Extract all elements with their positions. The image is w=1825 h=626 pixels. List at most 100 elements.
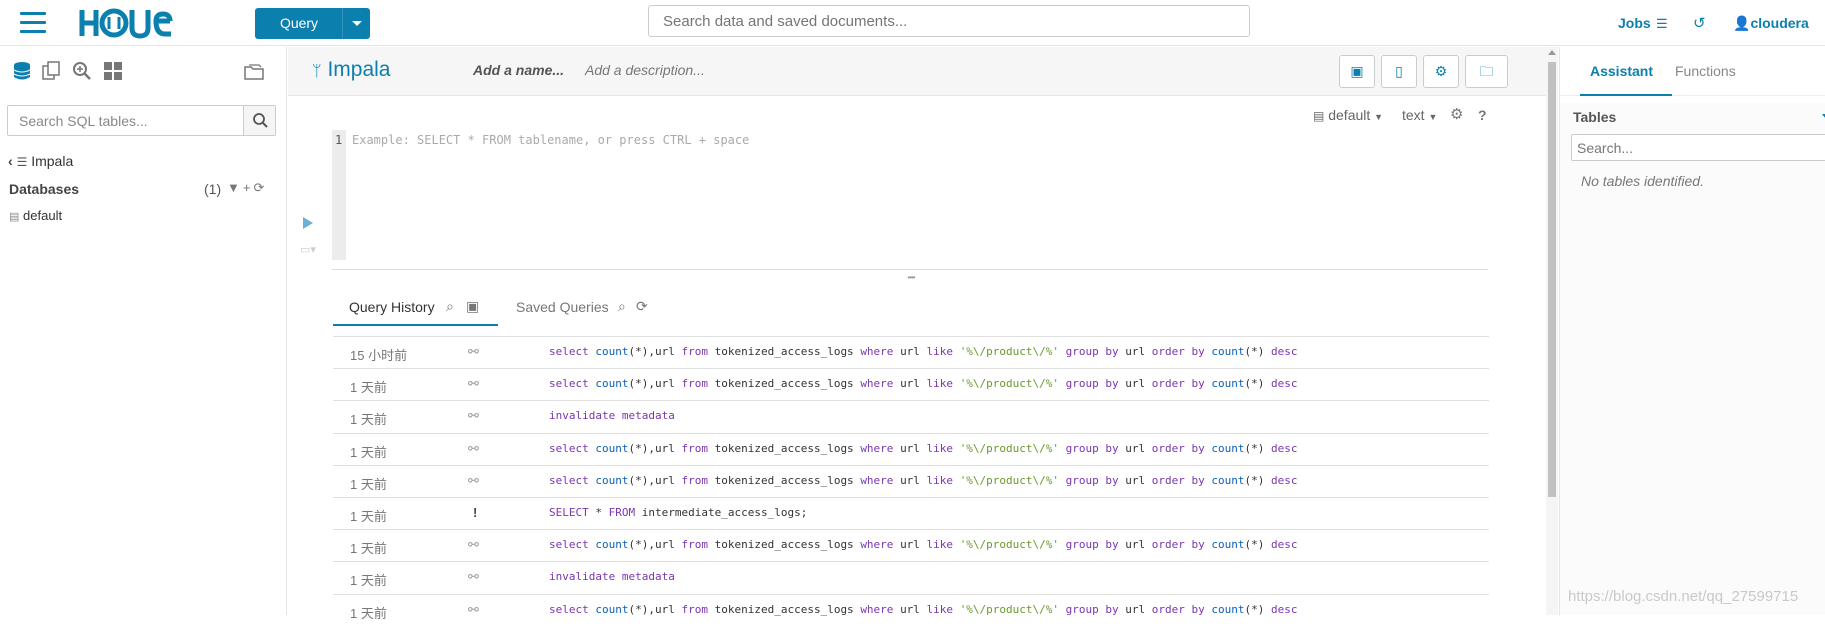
sql-token: select xyxy=(549,377,589,391)
hamburger-menu-icon[interactable] xyxy=(20,12,46,34)
sql-token: invalidate xyxy=(549,409,616,423)
open-folder-button[interactable]: 🗀 xyxy=(1465,55,1508,88)
database-icon[interactable] xyxy=(11,60,33,82)
snippet-type-icon[interactable]: ▭▾ xyxy=(300,243,316,256)
sql-token: url xyxy=(1125,345,1146,358)
folder-open-icon[interactable] xyxy=(243,60,265,82)
sql-token: (*),url xyxy=(628,345,675,358)
tab-query-history[interactable]: Query History xyxy=(349,299,435,315)
search-button[interactable] xyxy=(243,106,275,135)
link-status-icon: ⚯ xyxy=(468,472,479,488)
sql-token: tokenized_access_logs xyxy=(714,602,854,616)
scroll-up-arrow-icon[interactable] xyxy=(1548,50,1556,55)
editor-settings-gear-icon[interactable]: ⚙ xyxy=(1450,105,1463,123)
grid-apps-icon[interactable] xyxy=(102,60,124,82)
source-breadcrumb[interactable]: ‹ ☰ Impala xyxy=(8,153,73,169)
engine-title[interactable]: ᛘ Impala xyxy=(312,58,390,82)
history-row[interactable]: 1 天前 ⚯ select count(*),url from tokenized_… xyxy=(333,593,1489,626)
sql-token: like xyxy=(926,538,954,552)
filter-icon[interactable]: ▼ xyxy=(227,180,243,195)
sql-token: SELECT xyxy=(549,506,589,519)
link-status-icon: ⚯ xyxy=(468,376,479,392)
jobs-link[interactable]: Jobs xyxy=(1618,15,1651,31)
run-play-icon[interactable] xyxy=(303,217,313,229)
calendar-clear-icon[interactable]: ▣ xyxy=(466,298,479,315)
refresh-icon[interactable]: ⟳ xyxy=(253,180,267,195)
history-sql[interactable]: select count(*),url from tokenized_acces… xyxy=(549,377,1298,390)
history-sql[interactable]: SELECT * FROM intermediate_access_logs; xyxy=(549,506,807,519)
history-row[interactable]: 1 天前 ⚯ invalidate metadata xyxy=(333,400,1489,432)
tables-search-placeholder: Search... xyxy=(1577,140,1634,156)
history-row[interactable]: 1 天前 ⚯ invalidate metadata xyxy=(333,561,1489,593)
sql-token: (*) xyxy=(1244,345,1265,358)
history-sql[interactable]: select count(*),url from tokenized_acces… xyxy=(549,474,1298,487)
sql-token: url xyxy=(900,473,920,487)
user-name: cloudera xyxy=(1750,15,1809,31)
saved-search-icon[interactable]: ⌕ xyxy=(618,298,626,315)
tables-heading: Tables xyxy=(1573,109,1617,125)
format-selector[interactable]: text ▼ xyxy=(1402,107,1437,123)
history-row[interactable]: 1 天前! SELECT * FROM intermediate_access_l… xyxy=(333,497,1489,529)
save-button[interactable]: ▣ xyxy=(1339,55,1375,88)
history-time: 1 天前 xyxy=(350,573,387,589)
tab-functions[interactable]: Functions xyxy=(1675,63,1736,79)
tables-search-input[interactable]: Search... xyxy=(1571,134,1825,161)
sql-tables-search[interactable]: Search SQL tables... xyxy=(7,105,276,136)
global-search-input[interactable] xyxy=(648,5,1250,37)
sliders-icon[interactable]: ☰ xyxy=(1656,16,1668,32)
sql-token: by xyxy=(1191,345,1205,358)
history-sql[interactable]: select count(*),url from tokenized_acces… xyxy=(549,603,1298,616)
sql-token: tokenized_access_logs xyxy=(714,538,854,552)
sql-token: tokenized_access_logs xyxy=(714,441,854,455)
history-sql[interactable]: select count(*),url from tokenized_acces… xyxy=(549,345,1298,358)
sql-token: where xyxy=(860,377,894,391)
sql-token: (*) xyxy=(1244,441,1265,455)
history-sql[interactable]: select count(*),url from tokenized_acces… xyxy=(549,538,1298,551)
new-document-button[interactable]: ▯ xyxy=(1381,55,1417,88)
history-sql[interactable]: select count(*),url from tokenized_acces… xyxy=(549,442,1298,455)
hue-logo[interactable] xyxy=(78,6,178,40)
scrollbar-thumb[interactable] xyxy=(1548,62,1556,497)
sql-token: group xyxy=(1065,538,1099,552)
sql-token: desc xyxy=(1271,377,1298,391)
main-scrollbar[interactable] xyxy=(1546,47,1558,615)
settings-button[interactable]: ⚙ xyxy=(1423,55,1459,88)
link-status-icon: ⚯ xyxy=(468,569,479,585)
sql-token: intermediate_access_logs; xyxy=(641,506,808,519)
sql-token: '%\/product\/%' xyxy=(959,345,1060,358)
query-dropdown-caret-icon[interactable] xyxy=(342,8,370,39)
tab-assistant[interactable]: Assistant xyxy=(1590,63,1653,79)
database-item-default[interactable]: ▤ default xyxy=(9,208,62,223)
history-row[interactable]: 1 天前 ⚯ select count(*),url from tokenized_… xyxy=(333,368,1489,400)
chevron-left-icon[interactable]: ‹ xyxy=(8,153,13,169)
query-button[interactable]: Query xyxy=(255,8,370,39)
sql-token: (*),url xyxy=(628,538,675,552)
search-zoom-icon[interactable] xyxy=(71,60,93,82)
documents-icon[interactable] xyxy=(40,60,62,82)
resize-handle-icon[interactable]: •••• xyxy=(904,273,918,282)
history-row[interactable]: 1 天前 ⚯ select count(*),url from tokenized_… xyxy=(333,464,1489,497)
sql-token: url xyxy=(1125,602,1146,616)
user-menu[interactable]: 👤cloudera xyxy=(1733,15,1809,32)
saved-refresh-icon[interactable]: ⟳ xyxy=(636,298,648,315)
history-icon[interactable]: ↺ xyxy=(1693,14,1706,32)
databases-heading: Databases xyxy=(9,181,80,197)
database-selector-label: default xyxy=(1328,107,1371,123)
history-sql[interactable]: invalidate metadata xyxy=(549,570,675,583)
history-sql[interactable]: invalidate metadata xyxy=(549,409,675,422)
help-icon[interactable]: ? xyxy=(1478,107,1487,123)
database-name: default xyxy=(23,208,63,223)
tab-saved-queries[interactable]: Saved Queries xyxy=(516,299,609,315)
sql-token: count xyxy=(595,345,629,358)
history-search-icon[interactable]: ⌕ xyxy=(446,298,454,315)
history-row[interactable]: 1 天前 ⚯ select count(*),url from tokenized_… xyxy=(333,432,1489,465)
query-description-field[interactable]: Add a description... xyxy=(585,62,705,78)
file-icon: ▯ xyxy=(1395,63,1403,79)
add-icon[interactable]: + xyxy=(243,180,254,195)
query-name-field[interactable]: Add a name... xyxy=(473,62,564,78)
history-row[interactable]: 1 天前 ⚯ select count(*),url from tokenized_… xyxy=(333,529,1489,561)
history-row[interactable]: 15 小时前 ⚯ select count(*),url from tokenize… xyxy=(333,336,1489,368)
database-selector[interactable]: ▤ default ▼ xyxy=(1313,107,1383,123)
sql-token: count xyxy=(595,473,629,487)
editor-placeholder[interactable]: Example: SELECT * FROM tablename, or pre… xyxy=(352,133,749,147)
